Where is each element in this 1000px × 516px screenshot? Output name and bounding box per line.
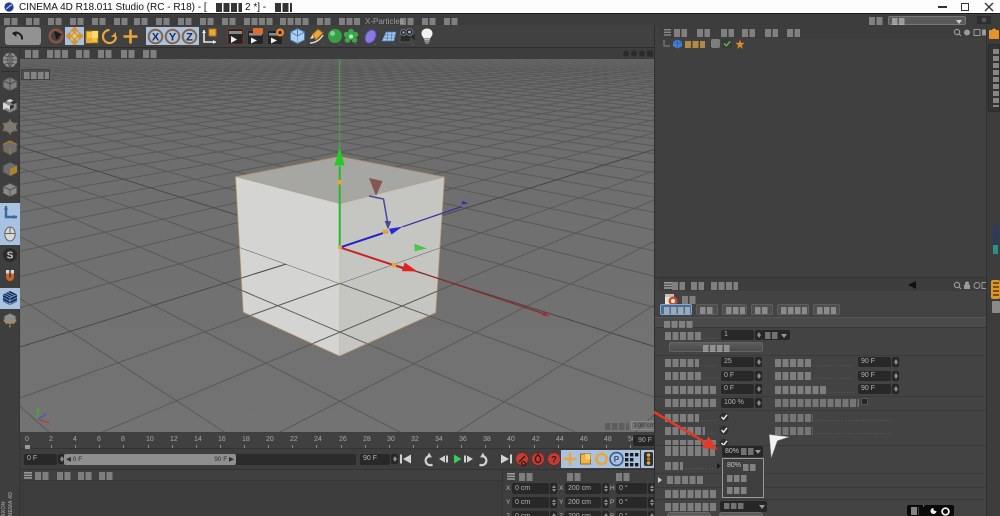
svg-text:S: S [7, 251, 14, 262]
svg-text:Z: Z [186, 32, 193, 44]
svg-text:X: X [152, 32, 160, 44]
svg-text:?: ? [551, 455, 557, 466]
svg-text:P: P [614, 454, 620, 464]
svg-text:Y: Y [169, 32, 177, 44]
